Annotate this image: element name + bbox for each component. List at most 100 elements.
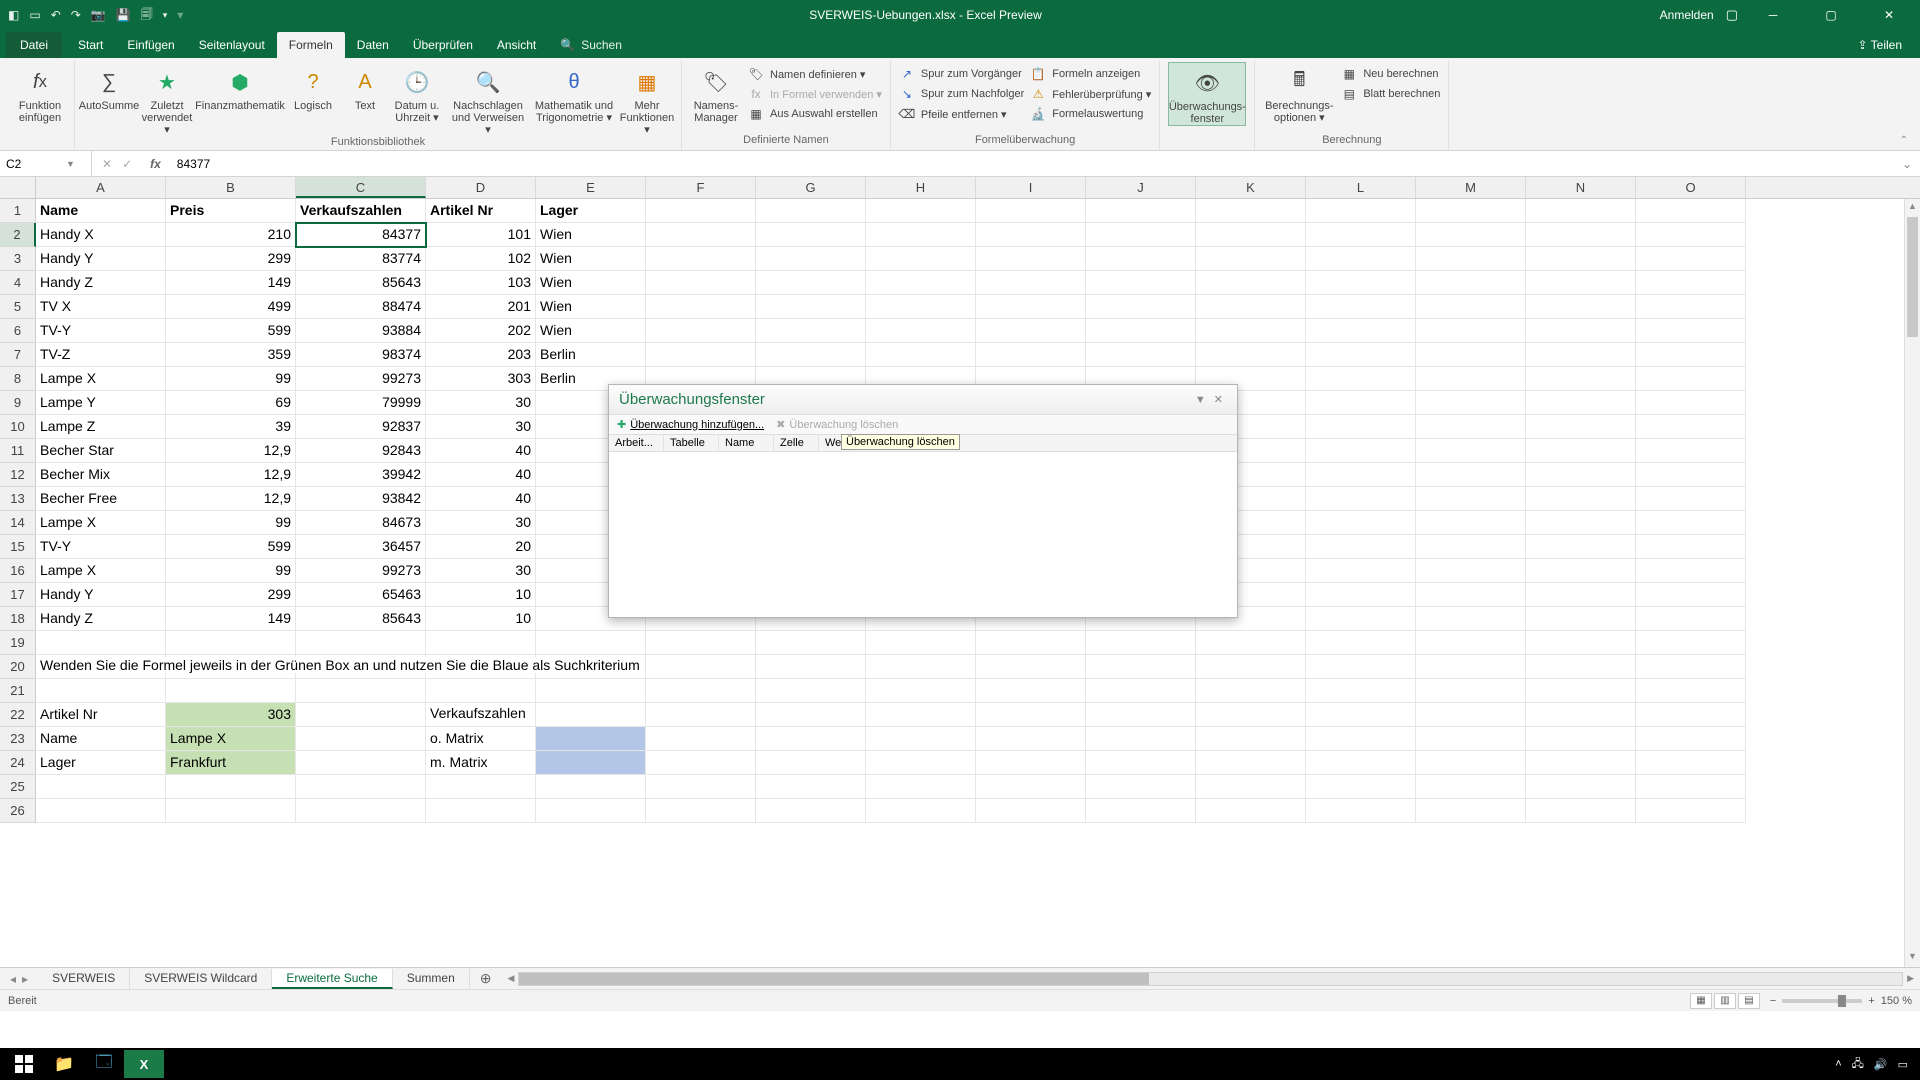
- cell-E24[interactable]: [536, 751, 646, 775]
- name-box[interactable]: ▼: [0, 151, 92, 176]
- cell-K24[interactable]: [1196, 751, 1306, 775]
- cell-J25[interactable]: [1086, 775, 1196, 799]
- cell-O1[interactable]: [1636, 199, 1746, 223]
- cell-N3[interactable]: [1526, 247, 1636, 271]
- cell-B10[interactable]: 39: [166, 415, 296, 439]
- cell-I22[interactable]: [976, 703, 1086, 727]
- cell-N14[interactable]: [1526, 511, 1636, 535]
- cell-J1[interactable]: [1086, 199, 1196, 223]
- cell-L14[interactable]: [1306, 511, 1416, 535]
- cell-E5[interactable]: Wien: [536, 295, 646, 319]
- cell-O3[interactable]: [1636, 247, 1746, 271]
- add-sheet-button[interactable]: ⊕: [470, 970, 502, 987]
- cell-N7[interactable]: [1526, 343, 1636, 367]
- cell-G26[interactable]: [756, 799, 866, 823]
- cell-H2[interactable]: [866, 223, 976, 247]
- cell-E19[interactable]: [536, 631, 646, 655]
- cell-H1[interactable]: [866, 199, 976, 223]
- cell-C22[interactable]: [296, 703, 426, 727]
- cell-M13[interactable]: [1416, 487, 1526, 511]
- cancel-formula-icon[interactable]: ✕: [102, 157, 112, 171]
- cell-J21[interactable]: [1086, 679, 1196, 703]
- cell-E22[interactable]: [536, 703, 646, 727]
- cell-I7[interactable]: [976, 343, 1086, 367]
- cell-B11[interactable]: 12,9: [166, 439, 296, 463]
- cell-C25[interactable]: [296, 775, 426, 799]
- cell-C21[interactable]: [296, 679, 426, 703]
- cell-C10[interactable]: 92837: [296, 415, 426, 439]
- row-header-13[interactable]: 13: [0, 487, 36, 511]
- cell-B21[interactable]: [166, 679, 296, 703]
- cell-A18[interactable]: Handy Z: [36, 607, 166, 631]
- cell-C8[interactable]: 99273: [296, 367, 426, 391]
- cell-G24[interactable]: [756, 751, 866, 775]
- row-header-2[interactable]: 2: [0, 223, 36, 247]
- cell-M16[interactable]: [1416, 559, 1526, 583]
- tray-lang-icon[interactable]: ▭: [1898, 1058, 1908, 1071]
- cell-G20[interactable]: [756, 655, 866, 679]
- cell-L24[interactable]: [1306, 751, 1416, 775]
- cell-O26[interactable]: [1636, 799, 1746, 823]
- cell-C2[interactable]: 84377: [296, 223, 426, 247]
- cell-I21[interactable]: [976, 679, 1086, 703]
- cell-O20[interactable]: [1636, 655, 1746, 679]
- col-header-D[interactable]: D: [426, 177, 536, 198]
- remove-arrows-button[interactable]: ⌫Pfeile entfernen ▾: [899, 106, 1024, 122]
- cell-C16[interactable]: 99273: [296, 559, 426, 583]
- ribbon-options-icon[interactable]: ▢: [1726, 7, 1738, 23]
- cell-C6[interactable]: 93884: [296, 319, 426, 343]
- watch-col-zelle[interactable]: Zelle: [774, 435, 819, 451]
- hscroll-right-icon[interactable]: ▶: [1907, 973, 1914, 984]
- cell-E6[interactable]: Wien: [536, 319, 646, 343]
- tab-formeln[interactable]: Formeln: [277, 32, 345, 58]
- row-header-24[interactable]: 24: [0, 751, 36, 775]
- cell-A5[interactable]: TV X: [36, 295, 166, 319]
- row-header-19[interactable]: 19: [0, 631, 36, 655]
- cell-D7[interactable]: 203: [426, 343, 536, 367]
- cell-B17[interactable]: 299: [166, 583, 296, 607]
- view-layout-button[interactable]: ▥: [1714, 993, 1736, 1009]
- cell-C12[interactable]: 39942: [296, 463, 426, 487]
- cell-M8[interactable]: [1416, 367, 1526, 391]
- cell-E25[interactable]: [536, 775, 646, 799]
- cell-D16[interactable]: 30: [426, 559, 536, 583]
- cell-B1[interactable]: Preis: [166, 199, 296, 223]
- cell-M26[interactable]: [1416, 799, 1526, 823]
- cell-D26[interactable]: [426, 799, 536, 823]
- close-button[interactable]: ✕: [1866, 0, 1912, 30]
- row-header-1[interactable]: 1: [0, 199, 36, 223]
- cell-K6[interactable]: [1196, 319, 1306, 343]
- cell-A14[interactable]: Lampe X: [36, 511, 166, 535]
- cell-B24[interactable]: Frankfurt: [166, 751, 296, 775]
- col-header-M[interactable]: M: [1416, 177, 1526, 198]
- qat-redo-icon[interactable]: ↷: [71, 8, 81, 22]
- cell-N2[interactable]: [1526, 223, 1636, 247]
- cell-C4[interactable]: 85643: [296, 271, 426, 295]
- cell-A17[interactable]: Handy Y: [36, 583, 166, 607]
- cell-A2[interactable]: Handy X: [36, 223, 166, 247]
- cell-O5[interactable]: [1636, 295, 1746, 319]
- cell-B4[interactable]: 149: [166, 271, 296, 295]
- cell-L19[interactable]: [1306, 631, 1416, 655]
- cell-O16[interactable]: [1636, 559, 1746, 583]
- cell-A9[interactable]: Lampe Y: [36, 391, 166, 415]
- share-button[interactable]: ⇪ Teilen: [1845, 32, 1914, 58]
- cell-L11[interactable]: [1306, 439, 1416, 463]
- cell-M19[interactable]: [1416, 631, 1526, 655]
- use-in-formula-button[interactable]: fxIn Formel verwenden ▾: [748, 86, 882, 102]
- cell-I23[interactable]: [976, 727, 1086, 751]
- tab-einfuegen[interactable]: Einfügen: [115, 32, 186, 58]
- cell-F6[interactable]: [646, 319, 756, 343]
- cell-D24[interactable]: m. Matrix: [426, 751, 536, 775]
- select-all-corner[interactable]: [0, 177, 36, 198]
- cell-L5[interactable]: [1306, 295, 1416, 319]
- col-header-E[interactable]: E: [536, 177, 646, 198]
- cell-D12[interactable]: 40: [426, 463, 536, 487]
- cell-C7[interactable]: 98374: [296, 343, 426, 367]
- calculate-sheet-button[interactable]: ▤Blatt berechnen: [1341, 86, 1440, 102]
- cell-M14[interactable]: [1416, 511, 1526, 535]
- tab-ansicht[interactable]: Ansicht: [485, 32, 548, 58]
- recent-button[interactable]: ★Zuletzt verwendet ▾: [141, 62, 193, 136]
- cell-O13[interactable]: [1636, 487, 1746, 511]
- create-from-selection-button[interactable]: ▦Aus Auswahl erstellen: [748, 106, 882, 122]
